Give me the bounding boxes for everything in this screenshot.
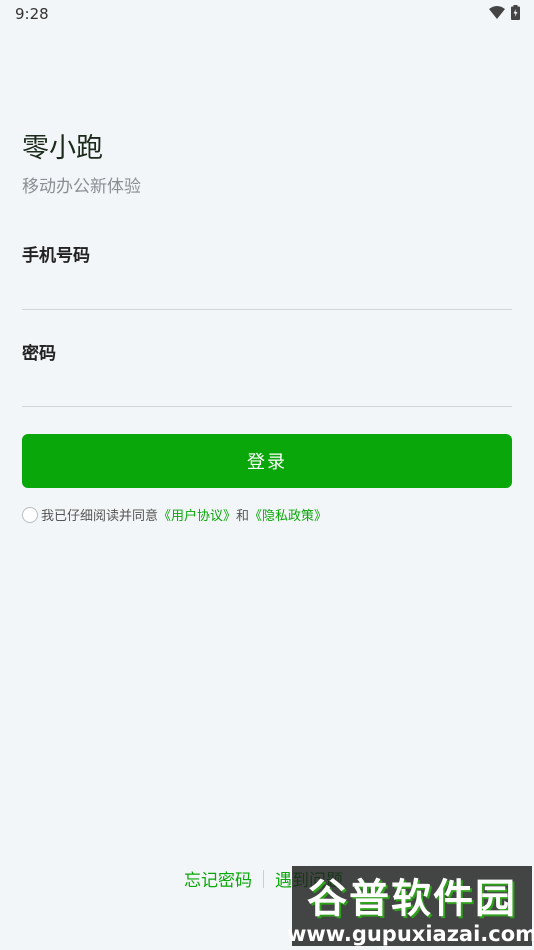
status-bar: 9:28 [0, 0, 534, 28]
phone-input[interactable] [22, 273, 512, 310]
app-title: 零小跑 [22, 133, 103, 164]
app-subtitle: 移动办公新体验 [22, 177, 141, 197]
agreement-row: 我已仔细阅读并同意 《用户协议》 和 《隐私政策》 [22, 505, 327, 524]
password-label: 密码 [22, 344, 56, 364]
link-divider [263, 869, 264, 888]
battery-icon [511, 5, 520, 20]
phone-label: 手机号码 [22, 246, 90, 266]
watermark-main: 谷普软件园 [307, 876, 517, 922]
password-input[interactable] [22, 370, 512, 407]
status-icons [489, 5, 520, 20]
privacy-policy-link[interactable]: 《隐私政策》 [249, 505, 327, 524]
status-time: 9:28 [15, 5, 49, 23]
wifi-icon [489, 6, 505, 19]
agreement-and: 和 [236, 509, 250, 524]
agreement-radio[interactable] [22, 506, 38, 523]
forgot-password-link[interactable]: 忘记密码 [184, 866, 252, 891]
watermark: 谷普软件园 www.gupuxiazai.com [287, 866, 534, 946]
user-agreement-link[interactable]: 《用户协议》 [158, 505, 236, 524]
login-button[interactable]: 登录 [22, 434, 512, 488]
agreement-text: 我已仔细阅读并同意 [41, 509, 159, 524]
watermark-url: www.gupuxiazai.com [286, 922, 534, 946]
